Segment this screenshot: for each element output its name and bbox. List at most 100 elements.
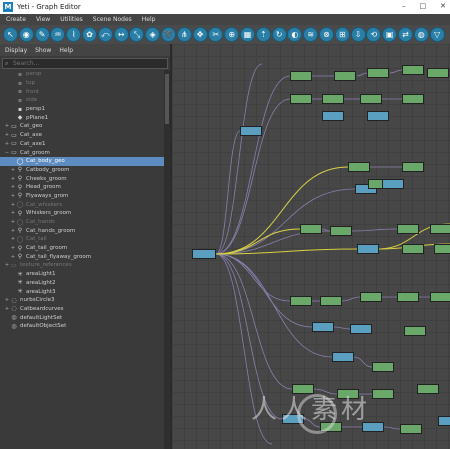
comb-icon[interactable]: ⋔ [176,27,192,42]
outliner-item[interactable]: ▪ persp1 [0,105,170,114]
transform-icon[interactable]: ⟲ [366,27,382,42]
outliner-menu-show[interactable]: Show [35,47,51,54]
minimize-button[interactable]: – [402,2,406,10]
clump-icon[interactable]: ♒ [50,27,66,42]
graph-node[interactable] [402,162,424,172]
outliner-item[interactable]: + ▭ Cat_geo [0,122,170,131]
scrollbar-thumb[interactable] [165,74,169,124]
graph-node[interactable] [402,244,424,254]
graph-node[interactable] [357,244,379,254]
outliner-item[interactable]: + ⚲ Whiskers_groom [0,209,170,218]
graph-node[interactable] [192,249,216,259]
outliner-item[interactable]: + ⚲ Catbody_groom [0,166,170,175]
graph-node[interactable] [300,224,322,234]
outliner-item[interactable]: + ◯ Cat_tail [0,235,170,244]
graph-node[interactable] [290,71,312,81]
outliner-item[interactable]: + ◌ nurbsCircle3 [0,296,170,305]
outliner-scrollbar[interactable] [164,70,170,449]
menu-utilities[interactable]: Utilities [60,16,83,23]
width-icon[interactable]: ↔ [113,27,129,42]
close-button[interactable]: ✕ [440,2,446,10]
outliner-item[interactable]: ▪ persp [0,70,170,79]
filter-icon[interactable]: ▽ [429,27,445,42]
search-input[interactable] [13,59,153,68]
attribute-icon[interactable]: ◈ [145,27,161,42]
graph-node[interactable] [348,162,370,172]
graph-node[interactable] [402,94,424,104]
outliner-item[interactable]: + ◯ Cat_hands [0,218,170,227]
graph-node[interactable] [290,94,312,104]
graph-node[interactable] [240,126,262,136]
outliner-item[interactable]: ◆ pPlane1 [0,113,170,122]
twist-icon[interactable]: ↻ [271,27,287,42]
outliner-menu-display[interactable]: Display [5,47,27,54]
scatter-icon[interactable]: ◉ [18,27,34,42]
outliner-item[interactable]: ◎ defaultObjectSet [0,322,170,331]
scale-icon[interactable]: ⤡ [129,27,145,42]
graph-node[interactable] [367,111,389,121]
outliner-item[interactable]: + ⚲ Head_groom [0,183,170,192]
outliner-item[interactable]: + ⚲ Flyaways_grom [0,192,170,201]
graph-canvas[interactable]: 人人素材 [172,44,450,449]
graph-node[interactable] [430,224,450,234]
merge-icon[interactable]: ⊞ [334,27,350,42]
noise-icon[interactable]: ≋ [303,27,319,42]
graph-node[interactable] [372,362,394,372]
maximize-button[interactable]: □ [420,2,427,10]
brush-icon[interactable]: ✎ [34,27,50,42]
menu-view[interactable]: View [36,16,50,23]
outliner-item[interactable]: + ▭ texture_references [0,261,170,270]
outliner-item[interactable]: ◎ defaultLightSet [0,313,170,322]
graph-node[interactable] [322,94,344,104]
outliner-item[interactable]: − ▭ Cat_groom [0,148,170,157]
graph-node[interactable] [334,71,356,81]
move-icon[interactable]: ✥ [192,27,208,42]
outliner-item[interactable]: + ⚲ Cheeks_groom [0,174,170,183]
graph-node[interactable] [367,68,389,78]
curl-icon[interactable]: ➰ [161,27,176,42]
graph-node[interactable] [360,292,382,302]
isolate-icon[interactable]: ◍ [413,27,429,42]
cut-icon[interactable]: ✂ [208,27,224,42]
grow-icon[interactable]: ⇡ [255,27,271,42]
outliner-item[interactable]: ▪ side [0,96,170,105]
guide-icon[interactable]: ⌇ [66,27,82,42]
stamp-icon[interactable]: ⊕ [224,27,240,42]
menu-help[interactable]: Help [142,16,156,23]
outliner-item[interactable]: + ◌ Catbeardcurves [0,305,170,314]
graph-node[interactable] [434,244,450,254]
texture-icon[interactable]: ▦ [240,27,255,42]
bend-icon[interactable]: ⤺ [97,27,113,42]
outliner-item[interactable]: + ◯ Cat_whiskers [0,200,170,209]
graph-node[interactable] [290,296,312,306]
outliner-item[interactable]: + ⚲ Cat_tail_flyaway_groom [0,252,170,261]
graph-node[interactable] [332,352,354,362]
graph-node[interactable] [330,226,352,236]
outliner-item[interactable]: ▪ top [0,79,170,88]
menu-scene-nodes[interactable]: Scene Nodes [93,16,132,23]
graph-node[interactable] [397,292,419,302]
outliner-item[interactable]: ◯ Cat_body_geo [0,156,170,166]
graph-node[interactable] [402,65,424,75]
outliner-item[interactable]: ✳ areaLight2 [0,279,170,288]
blend-icon[interactable]: ◐ [287,27,303,42]
select-icon[interactable]: ↖ [3,27,18,42]
collide-icon[interactable]: ⊗ [319,27,334,42]
graph-node[interactable] [320,296,342,306]
groom-icon[interactable]: ✿ [82,27,97,42]
graph-node[interactable] [312,322,334,332]
outliner-menu-help[interactable]: Help [59,47,73,54]
outliner-item[interactable]: + ▭ Cat_axe1 [0,140,170,149]
graph-node[interactable] [350,324,372,334]
outliner-item[interactable]: + ▭ Cat_axe [0,131,170,140]
outliner-item[interactable]: ▪ front [0,87,170,96]
import-icon[interactable]: ⇩ [350,27,366,42]
outliner-item[interactable]: ✳ areaLight1 [0,270,170,279]
graph-node[interactable] [322,111,344,121]
outliner-item[interactable]: ✳ areaLight3 [0,287,170,296]
graph-node[interactable] [404,326,426,336]
graph-node[interactable] [382,179,404,189]
graph-node[interactable] [397,224,419,234]
outliner-item[interactable]: + ⚲ Cat_tail_groom [0,244,170,253]
graph-node[interactable] [430,292,450,302]
